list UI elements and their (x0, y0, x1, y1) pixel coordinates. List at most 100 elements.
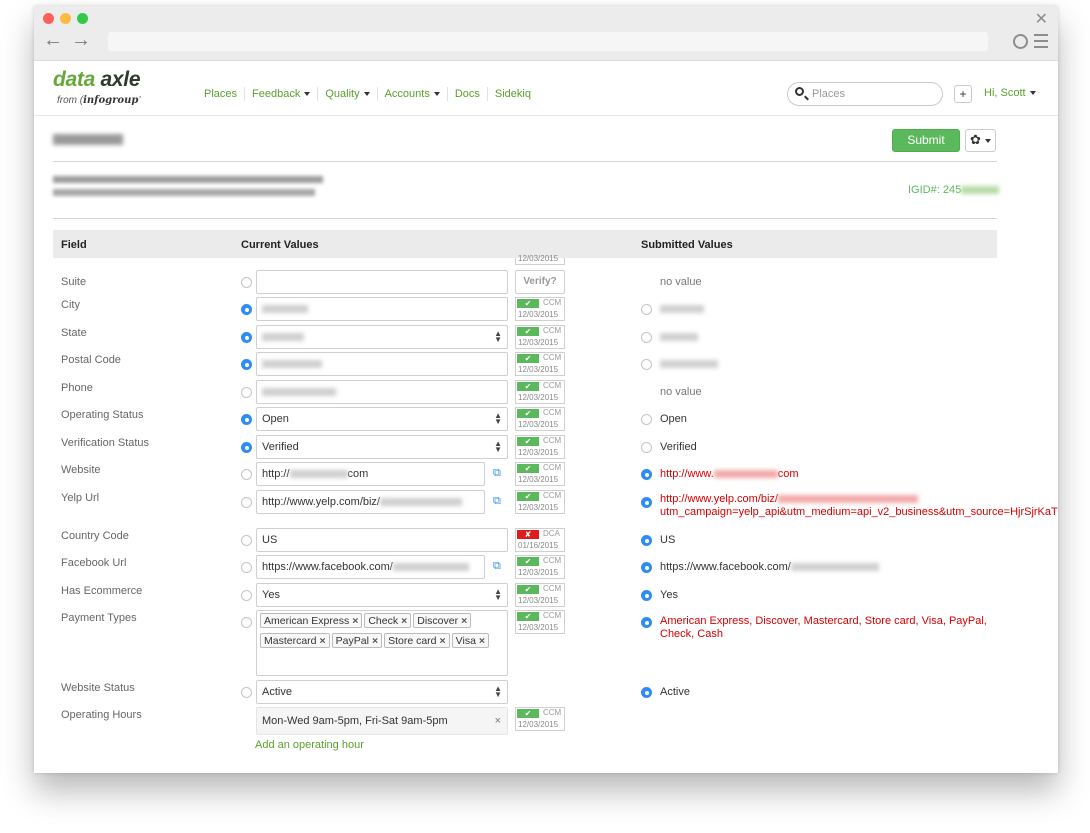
website-input[interactable]: http://com (256, 462, 485, 486)
payment-tag[interactable]: Check × (364, 613, 412, 628)
verify-button[interactable]: Verify? (515, 270, 565, 294)
user-menu[interactable]: Hi, Scott (984, 87, 1036, 99)
close-icon[interactable]: ✕ (1035, 9, 1048, 29)
remove-tag-icon[interactable]: × (479, 635, 485, 647)
submitted-radio[interactable] (641, 442, 652, 453)
maximize-window-dot[interactable] (77, 13, 88, 24)
operating-status-select[interactable]: Open ▲ ▼ (256, 407, 508, 431)
submit-button[interactable]: Submit (892, 129, 960, 152)
current-radio[interactable] (241, 359, 252, 370)
has-ecommerce-select[interactable]: Yes ▲ ▼ (256, 583, 508, 607)
add-operating-hour-link[interactable]: Add an operating hour (255, 739, 364, 751)
divider (53, 218, 997, 219)
source-badge: ✔ CCM 12/03/2015 (515, 297, 565, 321)
nav-item-docs[interactable]: Docs (448, 87, 488, 101)
yelp-url-input[interactable]: http://www.yelp.com/biz/ (256, 490, 485, 514)
payment-types-multiselect[interactable]: American Express × Check × Discover × Masterca… (256, 610, 508, 676)
place-title-redacted (53, 134, 123, 145)
current-radio[interactable] (241, 562, 252, 573)
nav-item-quality[interactable]: Quality (318, 87, 378, 101)
top-navbar: data axle from (infogroup’ Places Feedbac… (34, 62, 1058, 116)
phone-input[interactable] (256, 380, 508, 404)
remove-tag-icon[interactable]: × (352, 615, 358, 627)
current-radio[interactable] (241, 304, 252, 315)
submitted-radio[interactable] (641, 304, 652, 315)
submitted-radio[interactable] (641, 590, 652, 601)
country-code-input[interactable]: US (256, 528, 508, 552)
back-arrow-icon[interactable]: ← (43, 30, 63, 50)
current-radio[interactable] (241, 590, 252, 601)
field-label: Verification Status (61, 437, 150, 449)
source-badge: ✔ CCM 12/03/2015 (515, 407, 565, 431)
check-icon: ✔ (517, 557, 539, 566)
payment-tag[interactable]: Discover × (413, 613, 472, 628)
minimize-window-dot[interactable] (60, 13, 71, 24)
check-icon: ✔ (517, 464, 539, 473)
current-radio[interactable] (241, 442, 252, 453)
field-label: Facebook Url (61, 557, 127, 569)
remove-tag-icon[interactable]: × (440, 635, 446, 647)
submitted-radio[interactable] (641, 562, 652, 573)
submitted-value-line2: Check, Cash (660, 628, 723, 640)
current-radio[interactable] (241, 497, 252, 508)
current-radio[interactable] (241, 277, 252, 288)
check-icon: ✔ (517, 409, 539, 418)
circle-icon[interactable] (1013, 34, 1028, 49)
payment-tag[interactable]: Visa × (451, 633, 490, 648)
gear-dropdown-button[interactable]: ✿ (965, 129, 996, 152)
search-icon (795, 87, 804, 96)
external-link-icon[interactable]: ⧉ (493, 560, 501, 573)
current-radio[interactable] (241, 617, 252, 628)
submitted-value: US (660, 534, 676, 546)
field-label: Website Status (61, 682, 135, 694)
remove-tag-icon[interactable]: × (401, 615, 407, 627)
forward-arrow-icon[interactable]: → (71, 30, 91, 50)
postal-code-input[interactable] (256, 352, 508, 376)
city-input[interactable] (256, 297, 508, 321)
website-status-select[interactable]: Active ▲ ▼ (256, 680, 508, 704)
current-radio[interactable] (241, 414, 252, 425)
nav-item-places[interactable]: Places (197, 87, 246, 101)
address-bar[interactable] (108, 32, 988, 51)
submitted-radio[interactable] (641, 414, 652, 425)
external-link-icon[interactable]: ⧉ (493, 467, 501, 480)
remove-tag-icon[interactable]: × (372, 635, 378, 647)
submitted-radio[interactable] (641, 617, 652, 628)
nav-item-feedback[interactable]: Feedback (245, 87, 319, 101)
logo[interactable]: data axle (53, 68, 141, 92)
col-current: Current Values (241, 239, 319, 251)
submitted-radio[interactable] (641, 497, 652, 508)
verification-status-select[interactable]: Verified ▲ ▼ (256, 435, 508, 459)
search-input[interactable]: Places (787, 82, 943, 106)
remove-icon[interactable]: × (495, 708, 501, 734)
nav-item-sidekiq[interactable]: Sidekiq (488, 87, 538, 101)
payment-tag[interactable]: Mastercard × (260, 633, 330, 648)
suite-input[interactable] (256, 270, 508, 294)
submitted-value (660, 303, 704, 315)
submitted-radio[interactable] (641, 469, 652, 480)
submitted-radio[interactable] (641, 687, 652, 698)
current-radio[interactable] (241, 535, 252, 546)
payment-tag[interactable]: Store card × (384, 633, 450, 648)
state-select[interactable]: ▲ ▼ (256, 325, 508, 349)
submitted-radio[interactable] (641, 332, 652, 343)
external-link-icon[interactable]: ⧉ (493, 495, 501, 508)
payment-tag[interactable]: American Express × (260, 613, 363, 628)
submitted-radio[interactable] (641, 359, 652, 370)
current-radio[interactable] (241, 387, 252, 398)
current-radio[interactable] (241, 687, 252, 698)
close-window-dot[interactable] (43, 13, 54, 24)
submitted-value (660, 358, 718, 370)
browser-chrome: ← → ✕ (34, 6, 1058, 61)
submitted-radio[interactable] (641, 535, 652, 546)
payment-tag[interactable]: PayPal × (331, 633, 383, 648)
facebook-url-input[interactable]: https://www.facebook.com/ (256, 555, 485, 579)
remove-tag-icon[interactable]: × (320, 635, 326, 647)
operating-hours-entry[interactable]: Mon-Wed 9am-5pm, Fri-Sat 9am-5pm × (256, 707, 508, 735)
nav-item-accounts[interactable]: Accounts (378, 87, 448, 101)
remove-tag-icon[interactable]: × (461, 615, 467, 627)
add-button[interactable]: + (954, 85, 972, 103)
hamburger-menu-icon[interactable] (1034, 34, 1048, 48)
current-radio[interactable] (241, 332, 252, 343)
current-radio[interactable] (241, 469, 252, 480)
